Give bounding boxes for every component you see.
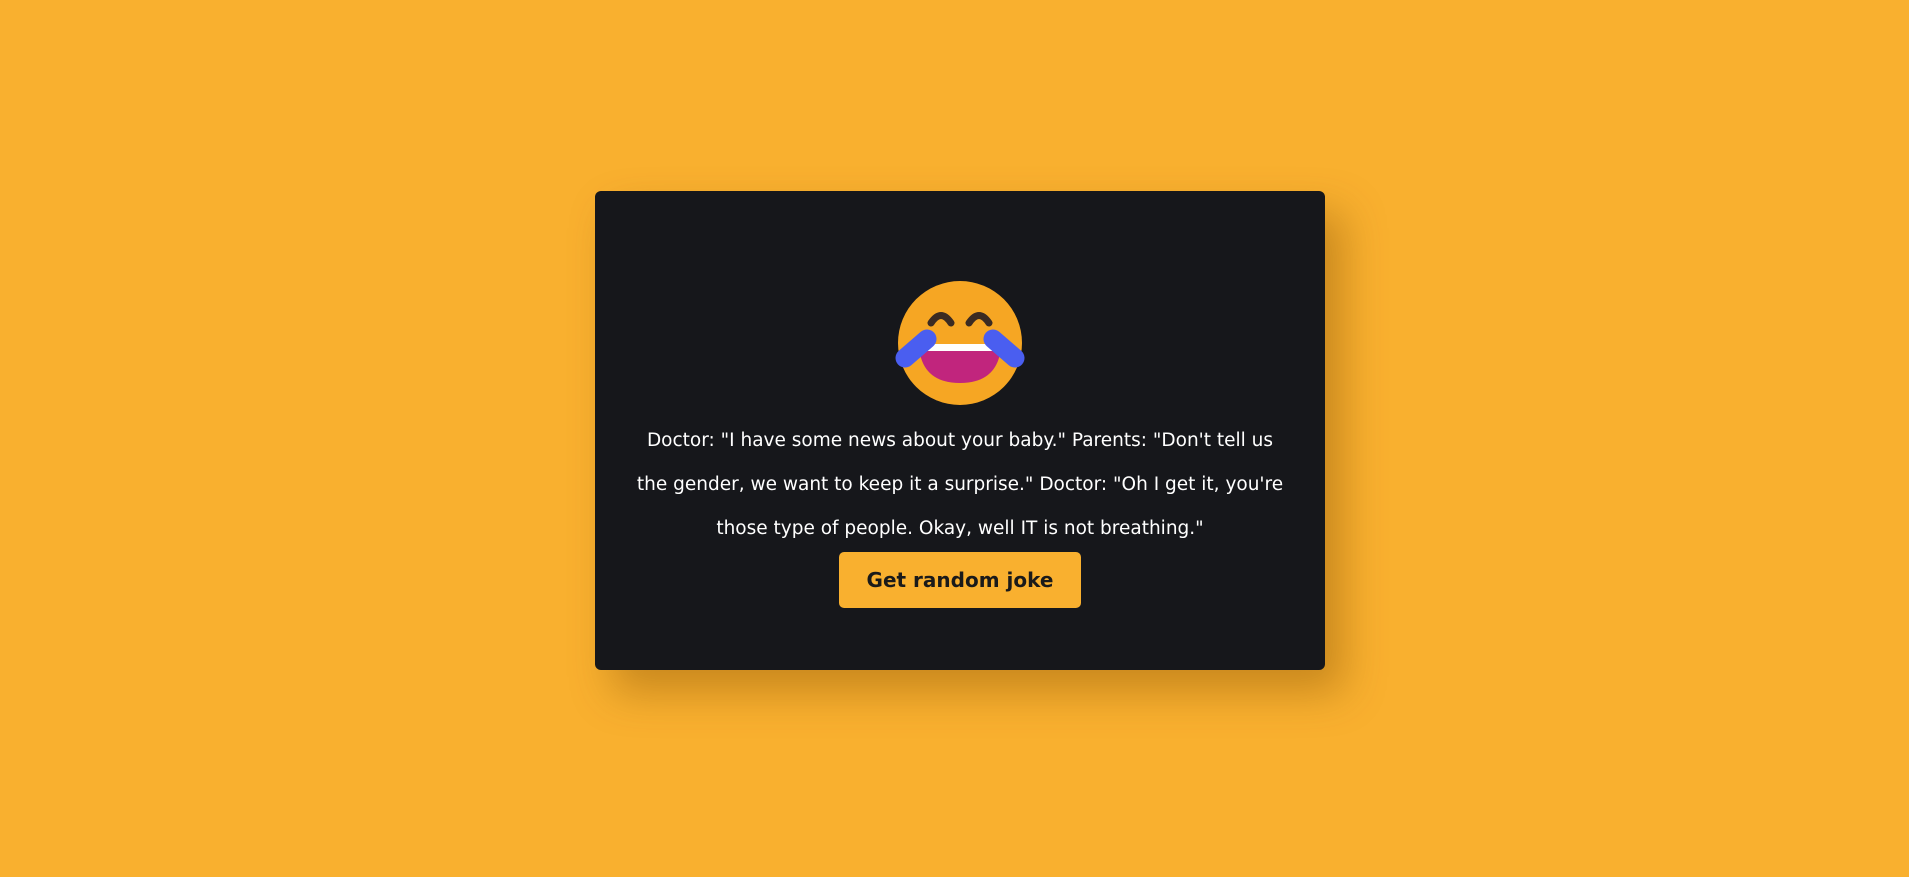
face-with-tears-of-joy-icon	[895, 281, 1025, 405]
joke-text: Doctor: "I have some news about your bab…	[636, 430, 1284, 539]
joke-card: Doctor: "I have some news about your bab…	[595, 191, 1325, 670]
get-random-joke-button[interactable]: Get random joke	[839, 552, 1081, 608]
